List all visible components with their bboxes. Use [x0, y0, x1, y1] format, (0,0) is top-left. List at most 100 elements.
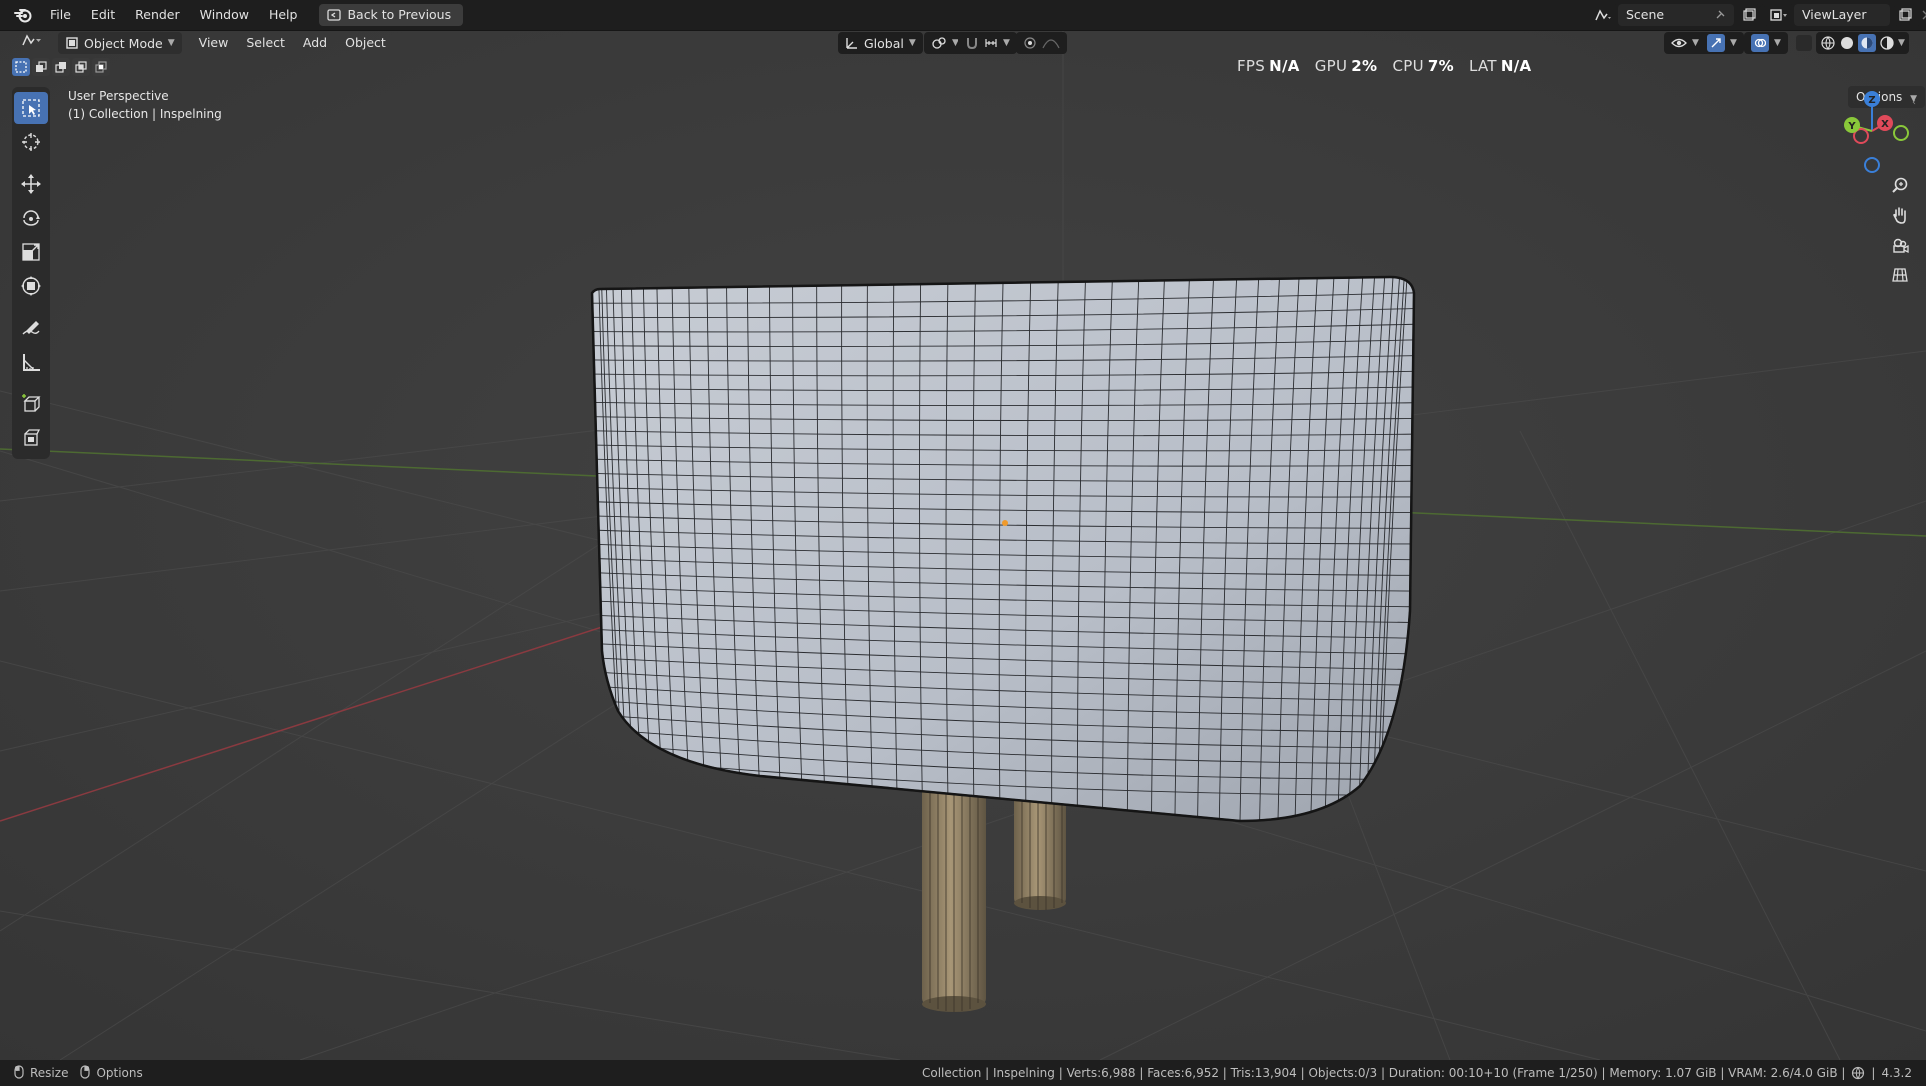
measure-tool[interactable] [14, 346, 48, 378]
viewlayer-name-field[interactable]: ViewLayer [1794, 4, 1890, 26]
viewlayer-name: ViewLayer [1802, 7, 1867, 22]
gizmo-z-label: Z [1868, 95, 1875, 106]
sidebar-toggle-icon[interactable]: ‹ [1912, 97, 1916, 108]
new-scene-icon[interactable] [1738, 4, 1760, 26]
select-new-icon[interactable] [12, 58, 30, 76]
back-to-previous-button[interactable]: Back to Previous [319, 4, 464, 26]
scene-stats-text: Collection | Inspelning | Verts:6,988 | … [921, 1066, 1846, 1080]
proportional-icon [1024, 37, 1036, 49]
fps-label: FPS [1237, 57, 1266, 75]
fps-value: N/A [1269, 57, 1300, 75]
measure-icon [23, 354, 40, 371]
material-preview-icon[interactable] [1858, 34, 1876, 52]
snap-toggle[interactable]: ▼ [958, 32, 1017, 54]
overlays-icon [1751, 34, 1769, 52]
gizmo-y-label: Y [1847, 121, 1856, 132]
overlays-toggle[interactable]: ▼ [1744, 32, 1788, 54]
prong-left[interactable] [922, 761, 986, 1012]
scene-name-field[interactable]: Scene [1618, 4, 1734, 26]
performance-stats: FPS N/A GPU 2% CPU 7% LAT N/A [1237, 57, 1541, 75]
solid-shading-icon[interactable] [1839, 35, 1855, 51]
delete-viewlayer-icon[interactable] [1916, 4, 1926, 26]
collection-info-label: (1) Collection | Inspelning [68, 107, 222, 121]
select-subtract-icon[interactable] [52, 58, 70, 76]
chevron-down-icon: ▼ [908, 38, 916, 48]
grid-icon [1892, 268, 1908, 282]
3d-viewport[interactable]: Object Mode ▼ View Select Add Object Glo… [0, 31, 1926, 1060]
view-menu[interactable]: View [190, 32, 238, 54]
pin-icon[interactable] [1714, 9, 1726, 21]
menu-help[interactable]: Help [259, 3, 308, 27]
orientation-label: Global [864, 35, 904, 51]
add-menu[interactable]: Add [294, 32, 336, 54]
navigation-gizmo[interactable]: Y X Z [1832, 89, 1912, 179]
select-menu[interactable]: Select [237, 32, 294, 54]
lat-value: N/A [1500, 57, 1532, 75]
lat-label: LAT [1469, 57, 1497, 75]
add-primitive-tool[interactable] [14, 422, 48, 454]
editor-type-button[interactable] [12, 32, 52, 54]
gizmo-y-neg [1893, 125, 1909, 141]
hand-icon [1893, 207, 1906, 224]
scale-icon [22, 243, 40, 261]
add-cube-tool[interactable] [14, 388, 48, 420]
object-menu[interactable]: Object [336, 32, 395, 54]
tool-shelf [12, 87, 50, 459]
mesh-body[interactable] [590, 275, 1420, 833]
version-label: 4.3.2 [1881, 1066, 1912, 1080]
camera-icon [1893, 238, 1909, 254]
cpu-value: 7% [1427, 57, 1454, 75]
transform-tool[interactable] [14, 270, 48, 302]
select-difference-icon[interactable] [72, 58, 90, 76]
scale-tool[interactable] [14, 236, 48, 268]
magnet-icon [967, 38, 977, 50]
proportional-editing-toggle[interactable] [1016, 32, 1067, 54]
rendered-shading-icon[interactable] [1879, 35, 1895, 51]
annotate-icon [22, 321, 40, 335]
camera-view-button[interactable] [1886, 231, 1914, 259]
transform-icon [21, 276, 41, 296]
snap-increment-icon [985, 39, 997, 47]
select-intersect-icon[interactable] [92, 58, 110, 76]
options-hint: Options [96, 1066, 143, 1080]
object-mode-icon [66, 37, 78, 49]
chevron-down-icon: ▼ [167, 38, 175, 48]
xray-toggle-icon[interactable] [1796, 35, 1812, 51]
menu-edit[interactable]: Edit [81, 3, 125, 27]
chevron-down-icon: ▼ [1774, 38, 1781, 48]
rotate-icon [23, 210, 40, 226]
gizmo-toggle[interactable]: ▼ [1700, 32, 1744, 54]
select-box-icon [22, 99, 40, 117]
mouse-resize-icon [12, 1064, 26, 1082]
new-viewlayer-icon[interactable] [1894, 4, 1916, 26]
viewlayer-browse-icon[interactable] [1764, 4, 1794, 26]
mode-dropdown[interactable]: Object Mode ▼ [58, 32, 182, 54]
select-extend-icon[interactable] [32, 58, 50, 76]
chevron-down-icon: ▼ [1730, 38, 1737, 48]
wireframe-shading-icon[interactable] [1820, 35, 1836, 51]
select-box-tool[interactable] [14, 92, 48, 124]
mouse-options-icon [78, 1064, 92, 1082]
rotate-tool[interactable] [14, 202, 48, 234]
cursor-tool[interactable] [14, 126, 48, 158]
menu-file[interactable]: File [40, 3, 81, 27]
pivot-icon [932, 37, 946, 49]
ortho-toggle-button[interactable] [1886, 261, 1914, 289]
falloff-icon [1042, 39, 1060, 49]
transform-orientation-dropdown[interactable]: Global ▼ [838, 32, 923, 54]
chevron-down-icon: ▼ [1692, 38, 1699, 48]
blender-logo-icon[interactable] [12, 4, 34, 26]
viewport-scene[interactable] [0, 31, 1926, 1060]
gpu-label: GPU [1314, 57, 1348, 75]
scene-browse-icon[interactable] [1588, 4, 1618, 26]
move-tool[interactable] [14, 168, 48, 200]
pan-button[interactable] [1886, 201, 1914, 229]
chevron-down-icon[interactable]: ▼ [1898, 38, 1905, 48]
add-primitive-icon [24, 429, 41, 446]
zoom-button[interactable] [1886, 171, 1914, 199]
viewlayer-selector: ViewLayer [1764, 4, 1926, 26]
selection-mode-group [12, 58, 110, 76]
menu-window[interactable]: Window [190, 3, 259, 27]
annotate-tool[interactable] [14, 312, 48, 344]
menu-render[interactable]: Render [125, 3, 190, 27]
